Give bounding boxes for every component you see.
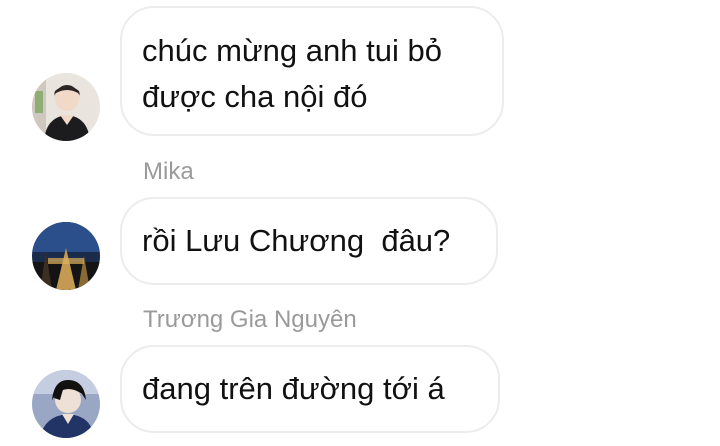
user-avatar-photo-icon — [32, 370, 100, 438]
user-avatar-photo-icon — [32, 222, 100, 290]
avatar[interactable] — [32, 222, 100, 290]
chat-thread: chúc mừng anh tui bỏ được cha nội đó Mik… — [0, 0, 720, 446]
avatar[interactable] — [32, 370, 100, 438]
message-bubble[interactable]: đang trên đường tới á — [120, 345, 500, 433]
message-bubble[interactable]: rồi Lưu Chương đâu? — [120, 197, 498, 285]
user-avatar-photo-icon — [32, 73, 100, 141]
sender-name: Mika — [143, 158, 194, 185]
message-bubble[interactable]: chúc mừng anh tui bỏ được cha nội đó — [120, 6, 504, 136]
sender-name: Trương Gia Nguyên — [143, 306, 357, 333]
avatar[interactable] — [32, 73, 100, 141]
